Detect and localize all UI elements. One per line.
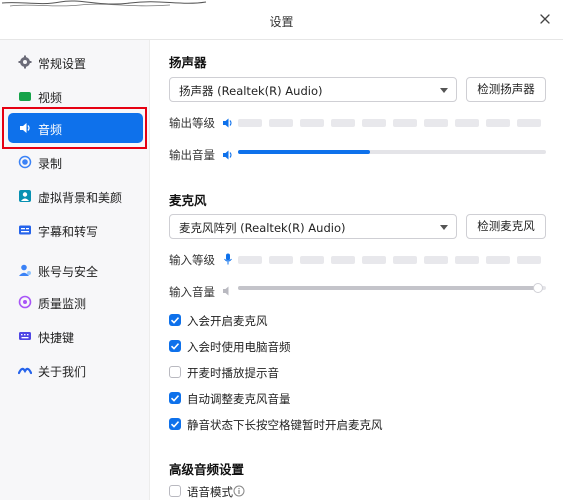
speaker-icon <box>223 150 232 160</box>
sidebar-item-shortcuts[interactable]: 快捷键 <box>8 321 143 351</box>
checkbox-checked[interactable] <box>169 340 181 352</box>
keyboard-icon <box>19 332 31 340</box>
checkbox-checked[interactable] <box>169 392 181 404</box>
checkbox-unchecked[interactable] <box>169 366 181 378</box>
speaker-device-value: 扬声器 (Realtek(R) Audio) <box>179 84 323 98</box>
sidebar-item-label: 常规设置 <box>38 57 87 71</box>
option-voice-mode[interactable]: 语音模式 <box>169 484 289 500</box>
output-volume-slider[interactable] <box>238 145 546 159</box>
sidebar-item-general[interactable]: 常规设置 <box>8 47 143 77</box>
advanced-section-title: 高级音频设置 <box>169 462 245 477</box>
chevron-down-icon <box>440 225 448 230</box>
gear-icon <box>18 55 32 69</box>
check-icon <box>170 395 180 402</box>
sidebar-item-label: 虚拟背景和美颜 <box>38 191 123 205</box>
sidebar-item-recording[interactable]: 录制 <box>8 147 143 177</box>
checkbox-unchecked[interactable] <box>169 485 181 497</box>
sidebar-item-label: 音频 <box>38 123 63 137</box>
sidebar-item-virtual-background[interactable]: 虚拟背景和美颜 <box>8 181 143 211</box>
speaker-section-title: 扬声器 <box>169 55 207 70</box>
sidebar-item-label: 关于我们 <box>38 365 87 379</box>
output-volume-label: 输出音量 <box>169 148 215 162</box>
input-volume-slider[interactable] <box>238 281 546 295</box>
brand-logo-icon <box>18 367 32 375</box>
test-microphone-button[interactable]: 检测麦克风 <box>466 214 546 239</box>
sidebar-item-account-security[interactable]: 账号与安全 <box>8 255 143 285</box>
option-label: 静音状态下长按空格键暂时开启麦克风 <box>187 418 383 432</box>
checkbox-checked[interactable] <box>169 314 181 326</box>
info-icon[interactable] <box>233 485 245 497</box>
microphone-device-value: 麦克风阵列 (Realtek(R) Audio) <box>179 221 346 235</box>
caption-icon <box>19 225 31 235</box>
account-security-icon <box>19 264 31 276</box>
speaker-device-select[interactable]: 扬声器 (Realtek(R) Audio) <box>169 77 457 102</box>
sidebar-item-label: 录制 <box>38 157 63 171</box>
sidebar-item-label: 账号与安全 <box>38 265 99 279</box>
check-icon <box>170 421 180 428</box>
output-level-label: 输出等级 <box>169 116 215 130</box>
option-label: 自动调整麦克风音量 <box>187 392 291 406</box>
input-volume-label: 输入音量 <box>169 285 215 299</box>
sidebar-item-about[interactable]: 关于我们 <box>8 355 143 385</box>
input-level-label: 输入等级 <box>169 253 215 267</box>
sidebar-item-quality-monitor[interactable]: 质量监测 <box>8 287 143 317</box>
portrait-icon <box>19 190 31 202</box>
sidebar-item-video[interactable]: 视频 <box>8 81 143 111</box>
sidebar-item-captions[interactable]: 字幕和转写 <box>8 215 143 245</box>
quality-monitor-icon <box>18 295 32 309</box>
audio-settings-panel: 扬声器 扬声器 (Realtek(R) Audio) 检测扬声器 输出等级 输出… <box>150 40 563 500</box>
microphone-section-title: 麦克风 <box>169 193 207 208</box>
microphone-icon <box>224 253 232 265</box>
record-icon <box>18 155 32 169</box>
option-label: 入会时使用电脑音频 <box>187 340 291 354</box>
checkbox-checked[interactable] <box>169 418 181 430</box>
slider-thumb[interactable] <box>532 283 543 293</box>
speaker-icon <box>20 123 30 133</box>
sidebar-item-label: 快捷键 <box>38 331 75 345</box>
settings-sidebar: 常规设置 视频 音频 录制 虚拟背景和美颜 字幕和转写 账号与安全 质量监测 快… <box>0 40 150 500</box>
microphone-device-select[interactable]: 麦克风阵列 (Realtek(R) Audio) <box>169 214 457 239</box>
chevron-down-icon <box>440 88 448 93</box>
window-title: 设置 <box>269 15 294 29</box>
speaker-icon <box>223 118 232 128</box>
sidebar-item-label: 字幕和转写 <box>38 225 99 239</box>
output-level-meter <box>238 119 546 127</box>
test-speaker-button[interactable]: 检测扬声器 <box>466 77 546 102</box>
speaker-icon <box>223 286 229 296</box>
close-icon <box>540 14 550 24</box>
sidebar-item-label: 质量监测 <box>38 297 87 311</box>
title-bar: 设置 <box>0 0 563 40</box>
video-camera-icon <box>19 92 31 101</box>
option-label: 开麦时播放提示音 <box>187 366 279 380</box>
close-button[interactable] <box>535 9 555 29</box>
input-level-meter <box>238 256 546 264</box>
option-label: 语音模式 <box>187 485 233 499</box>
sidebar-item-audio[interactable]: 音频 <box>8 113 143 143</box>
check-icon <box>170 317 180 324</box>
settings-window: 设置 常规设置 视频 音频 录制 虚拟背景和美颜 字幕和转写 账号与安全 质量监… <box>0 0 563 500</box>
option-label: 入会开启麦克风 <box>187 314 268 328</box>
sidebar-item-label: 视频 <box>38 91 63 105</box>
check-icon <box>170 343 180 350</box>
